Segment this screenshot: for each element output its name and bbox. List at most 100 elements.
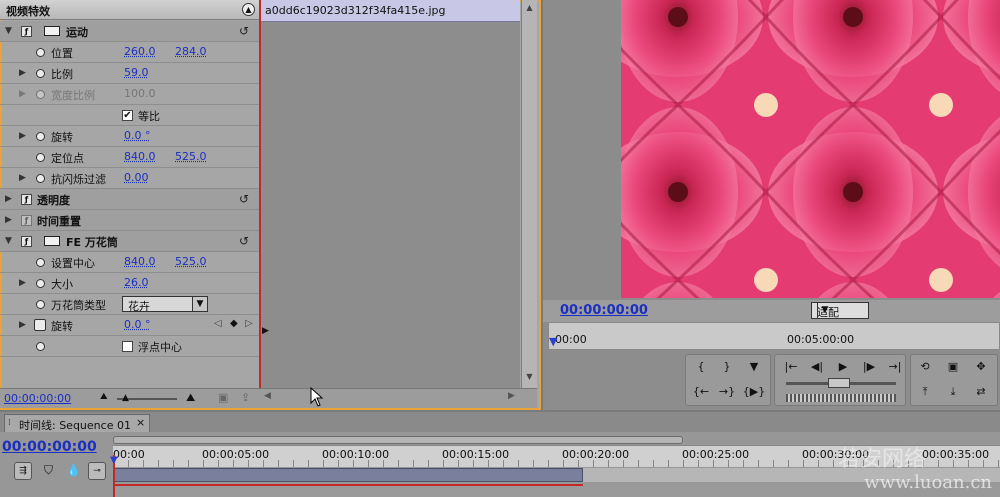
timeline-timecode[interactable]: 00:00:00:00 xyxy=(2,439,97,455)
stopwatch-icon[interactable] xyxy=(36,153,45,162)
stopwatch-icon[interactable] xyxy=(36,132,45,141)
play-in-out-icon[interactable]: {▶} xyxy=(741,383,767,401)
effect-row-opacity[interactable]: ▶ ƒ 透明度 ↺ xyxy=(0,189,259,210)
track-height-icon[interactable]: ⊸ xyxy=(88,462,106,480)
effect-timeline-area[interactable] xyxy=(261,0,520,388)
marker-shield-icon[interactable]: ⛉ xyxy=(44,463,53,478)
loop-icon[interactable]: ⟲ xyxy=(912,358,938,376)
zoom-in-icon[interactable]: ⛰ xyxy=(186,391,195,405)
safe-margins-icon[interactable]: ▣ xyxy=(940,358,966,376)
mark-in-icon[interactable]: { xyxy=(688,358,714,376)
playhead-icon[interactable]: ▼ xyxy=(549,335,557,348)
uniform-scale-checkbox[interactable]: ✔ xyxy=(122,110,133,121)
kaleido-center-x-value[interactable]: 840.0 xyxy=(124,255,156,268)
float-center-checkbox[interactable] xyxy=(122,341,133,352)
keyframe-diamond-icon[interactable]: ▶ xyxy=(262,326,269,336)
stopwatch-icon[interactable] xyxy=(36,342,45,351)
rotation-value[interactable]: 0.0 ° xyxy=(124,129,151,142)
effect-label: 时间重置 xyxy=(37,215,81,228)
export-icon[interactable]: ⇪ xyxy=(241,391,250,404)
lift-icon[interactable]: ⤒ xyxy=(912,383,938,401)
zoom-fit-select[interactable]: 适配 ▼ xyxy=(811,302,869,319)
scroll-left-icon[interactable]: ◀ xyxy=(264,391,271,401)
zoom-out-icon[interactable]: ⛰ xyxy=(100,392,108,402)
param-label: 宽度比例 xyxy=(51,89,95,102)
reset-icon[interactable]: ↺ xyxy=(239,192,249,206)
expand-triangle-icon[interactable]: ▶ xyxy=(19,320,26,330)
grip-icon[interactable]: ⁞ xyxy=(8,418,11,428)
timeline-zoom-bar[interactable] xyxy=(113,436,683,444)
expand-triangle-icon[interactable]: ▶ xyxy=(19,131,26,141)
expand-triangle-icon[interactable]: ▶ xyxy=(5,194,12,204)
shuttle-knob[interactable] xyxy=(828,378,850,388)
output-icon[interactable]: ✥ xyxy=(968,358,994,376)
stopwatch-active-icon[interactable] xyxy=(34,319,46,331)
collapse-icon[interactable]: ▲ xyxy=(242,3,255,16)
ec-current-time-indicator[interactable] xyxy=(259,0,261,408)
goto-in-icon[interactable]: {← xyxy=(688,383,714,401)
fx-toggle-icon[interactable]: ƒ xyxy=(21,26,32,37)
goto-out-icon[interactable]: →} xyxy=(714,383,740,401)
add-keyframe-icon[interactable]: ◆ xyxy=(230,318,238,329)
stopwatch-icon[interactable] xyxy=(36,69,45,78)
stopwatch-icon[interactable] xyxy=(36,48,45,57)
kaleido-center-y-value[interactable]: 525.0 xyxy=(175,255,207,268)
anchor-y-value[interactable]: 525.0 xyxy=(175,150,207,163)
kaleido-size-value[interactable]: 26.0 xyxy=(124,276,149,289)
stopwatch-icon[interactable] xyxy=(36,258,45,267)
fx-toggle-icon[interactable]: ƒ xyxy=(21,194,32,205)
work-area-bar[interactable] xyxy=(113,468,583,482)
scroll-up-icon[interactable]: ▲ xyxy=(524,3,535,14)
vertical-scrollbar[interactable]: ▲ ▼ xyxy=(521,0,537,388)
stopwatch-icon[interactable] xyxy=(36,174,45,183)
extract-icon[interactable]: ⤓ xyxy=(940,383,966,401)
frame-back-icon[interactable]: ◀| xyxy=(804,358,830,376)
expand-triangle-icon[interactable]: ▼ xyxy=(5,26,12,36)
fx-toggle-icon[interactable]: ƒ xyxy=(21,236,32,247)
play-icon[interactable]: ▶ xyxy=(830,358,856,376)
effect-row-motion[interactable]: ▼ ƒ 运动 ↺ xyxy=(0,21,259,42)
frame-forward-icon[interactable]: |▶ xyxy=(856,358,882,376)
tab-sequence-01[interactable]: ⁞ 时间线: Sequence 01 × xyxy=(4,414,150,432)
snap-icon[interactable]: ⇶ xyxy=(14,462,32,480)
ec-timecode[interactable]: 00:00:00:00 xyxy=(4,392,71,405)
kaleido-type-select[interactable]: 花卉 ▼ xyxy=(122,296,208,313)
prev-keyframe-icon[interactable]: ◁ xyxy=(214,318,222,329)
position-x-value[interactable]: 260.0 xyxy=(124,45,156,58)
scale-value[interactable]: 59.0 xyxy=(124,66,149,79)
zoom-knob-icon[interactable]: ▲ xyxy=(122,393,129,403)
effect-row-kaleidoscope[interactable]: ▼ ƒ FE 万花筒 ↺ xyxy=(0,231,259,252)
stopwatch-icon[interactable] xyxy=(36,300,45,309)
step-back-icon[interactable]: |← xyxy=(778,358,804,376)
scroll-down-icon[interactable]: ▼ xyxy=(524,372,535,383)
playhead-icon[interactable]: ▼ xyxy=(110,455,118,466)
reset-icon[interactable]: ↺ xyxy=(239,24,249,38)
expand-triangle-icon[interactable]: ▶ xyxy=(19,173,26,183)
param-label: 旋转 xyxy=(51,320,73,333)
keyframe-drop-icon[interactable]: 💧 xyxy=(66,463,81,477)
scroll-right-icon[interactable]: ▶ xyxy=(508,391,515,401)
monitor-timecode[interactable]: 00:00:00:00 xyxy=(560,303,648,318)
mark-out-icon[interactable]: } xyxy=(714,358,740,376)
loop-icon[interactable]: ▣ xyxy=(218,391,228,404)
monitor-time-ruler[interactable]: 00:00 00:05:00:00 ▼ xyxy=(548,322,1000,350)
jog-wheel[interactable] xyxy=(786,394,896,402)
kaleido-rotation-value[interactable]: 0.0 ° xyxy=(124,318,151,331)
close-icon[interactable]: × xyxy=(136,416,145,429)
param-row-scale: ▶ 比例 59.0 xyxy=(0,63,259,84)
effect-row-time-remap[interactable]: ▶ ƒ 时间重置 xyxy=(0,210,259,231)
expand-triangle-icon[interactable]: ▶ xyxy=(5,215,12,225)
effect-label: FE 万花筒 xyxy=(66,236,118,249)
anchor-x-value[interactable]: 840.0 xyxy=(124,150,156,163)
reset-icon[interactable]: ↺ xyxy=(239,234,249,248)
expand-triangle-icon[interactable]: ▼ xyxy=(5,236,12,246)
next-keyframe-icon[interactable]: ▷ xyxy=(245,318,253,329)
marker-icon[interactable]: ▼ xyxy=(741,358,767,376)
antiflicker-value[interactable]: 0.00 xyxy=(124,171,149,184)
trim-icon[interactable]: ⇄ xyxy=(968,383,994,401)
expand-triangle-icon[interactable]: ▶ xyxy=(19,68,26,78)
stopwatch-icon[interactable] xyxy=(36,279,45,288)
step-forward-icon[interactable]: →| xyxy=(882,358,908,376)
position-y-value[interactable]: 284.0 xyxy=(175,45,207,58)
expand-triangle-icon[interactable]: ▶ xyxy=(19,278,26,288)
